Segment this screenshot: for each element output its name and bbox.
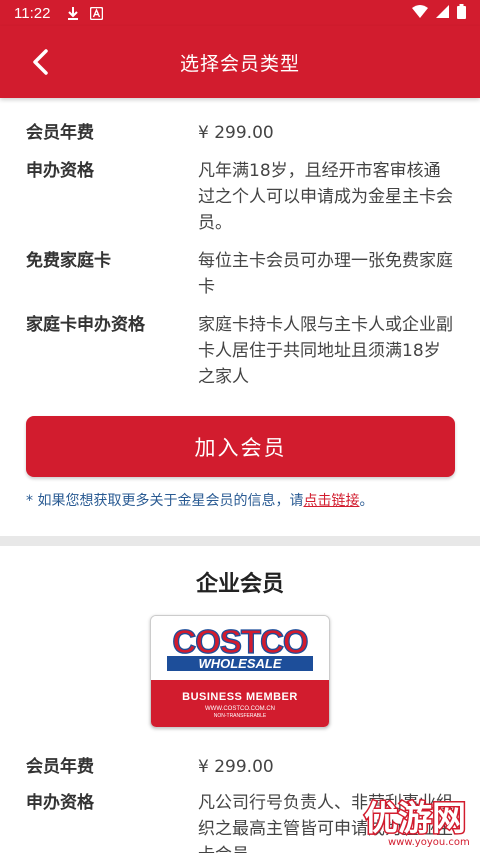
note-prefix: * 如果您想获取更多关于金星会员的信息，请 <box>26 493 304 509</box>
card-logo: COSTCO WHOLESALE <box>151 616 329 680</box>
card-brand-top: COSTCO <box>172 623 308 660</box>
info-row-family-card: 免费家庭卡 每位主卡会员可办理一张免费家庭卡 <box>26 248 456 300</box>
chevron-left-icon <box>33 49 48 75</box>
row-label: 免费家庭卡 <box>26 251 111 271</box>
card-type: BUSINESS MEMBER <box>182 690 298 703</box>
download-icon <box>66 6 80 20</box>
row-value: ¥ 299.00 <box>198 757 274 777</box>
info-note: * 如果您想获取更多关于金星会员的信息，请点击链接。 <box>26 490 466 512</box>
card-url: WWW.COSTCO.COM.CN <box>205 705 275 712</box>
membership-card-image: COSTCO WHOLESALE BUSINESS MEMBER WWW.COS… <box>150 615 330 728</box>
section-divider <box>0 536 480 546</box>
info-row-eligibility: 申办资格 凡年满18岁，且经开市客审核通过之个人可以申请成为金星主卡会员。 <box>26 158 456 236</box>
row-label: 会员年费 <box>26 757 94 777</box>
a-icon <box>90 6 104 20</box>
signal-icon <box>436 4 449 22</box>
section-title: 企业会员 <box>195 572 284 597</box>
note-link[interactable]: 点击链接 <box>303 493 359 509</box>
app-bar: 选择会员类型 <box>0 26 480 98</box>
status-bar: 11:22 <box>0 0 480 26</box>
row-label: 申办资格 <box>26 161 94 181</box>
row-value: 凡公司行号负责人、非营利事业组织之最高主管皆可申请成为企业主卡会员 <box>198 793 453 853</box>
info-row-annual-fee: 会员年费 ¥ 299.00 <box>26 120 456 146</box>
row-value: 家庭卡持卡人限与主卡人或企业副卡人居住于共同地址且须满18岁之家人 <box>198 315 453 387</box>
business-row-annual-fee: 会员年费 ¥ 299.00 <box>26 754 456 780</box>
card-brand-bottom: WHOLESALE <box>198 656 281 671</box>
battery-icon <box>457 3 466 23</box>
card-note: NON-TRANSFERABLE <box>213 712 267 719</box>
wifi-icon <box>412 4 428 22</box>
back-button[interactable] <box>22 44 58 80</box>
row-label: 家庭卡申办资格 <box>26 315 145 335</box>
row-value: 凡年满18岁，且经开市客审核通过之个人可以申请成为金星主卡会员。 <box>198 161 453 233</box>
info-row-family-eligibility: 家庭卡申办资格 家庭卡持卡人限与主卡人或企业副卡人居住于共同地址且须满18岁之家… <box>26 312 456 390</box>
status-time: 11:22 <box>14 4 51 22</box>
card-band: BUSINESS MEMBER WWW.COSTCO.COM.CN NON-TR… <box>151 680 329 727</box>
row-value: ¥ 299.00 <box>198 123 274 143</box>
note-suffix: 。 <box>359 493 374 509</box>
row-value: 每位主卡会员可办理一张免费家庭卡 <box>198 251 453 297</box>
row-label: 会员年费 <box>26 123 94 143</box>
business-row-eligibility: 申办资格 凡公司行号负责人、非营利事业组织之最高主管皆可申请成为企业主卡会员 <box>26 790 456 853</box>
page-title: 选择会员类型 <box>179 52 300 75</box>
join-button[interactable]: 加入会员 <box>26 416 455 477</box>
row-label: 申办资格 <box>26 793 94 813</box>
